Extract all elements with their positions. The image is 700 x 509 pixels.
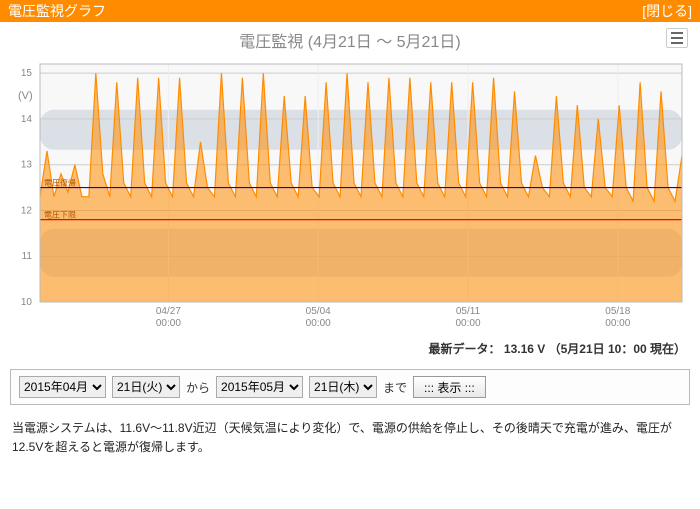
chart-title: 電圧監視 (4月21日 ～ 5月21日): [239, 28, 460, 52]
svg-text:電圧下限: 電圧下限: [44, 211, 76, 220]
to-month-select[interactable]: 2015年05月: [216, 376, 303, 398]
svg-text:00:00: 00:00: [605, 318, 630, 329]
submit-button[interactable]: ::: 表示 :::: [413, 376, 486, 398]
svg-text:00:00: 00:00: [306, 318, 331, 329]
svg-text:14: 14: [21, 114, 33, 125]
system-note: 当電源システムは、11.6V〜11.8V近辺（天候気温により変化）で、電源の供給…: [0, 405, 700, 477]
to-label: まで: [383, 379, 407, 396]
svg-text:00:00: 00:00: [156, 318, 181, 329]
latest-reading: 最新データ： 13.16 V （5月21日 10：00 現在）: [0, 338, 700, 365]
chart-container: (V) 10111213141504/2700:0005/0400:0005/1…: [0, 54, 700, 338]
date-range-controls: 2015年04月 21日(火) から 2015年05月 21日(木) まで ::…: [10, 369, 690, 405]
from-month-select[interactable]: 2015年04月: [19, 376, 106, 398]
chart-menu-button[interactable]: [666, 28, 688, 48]
header-bar: 電圧監視グラフ [閉じる]: [0, 0, 700, 22]
svg-text:00:00: 00:00: [455, 318, 480, 329]
header-title: 電圧監視グラフ: [8, 1, 106, 21]
chart-title-row: 電圧監視 (4月21日 ～ 5月21日): [0, 22, 700, 54]
from-day-select[interactable]: 21日(火): [112, 376, 180, 398]
voltage-chart: 10111213141504/2700:0005/0400:0005/1100:…: [0, 54, 700, 338]
svg-text:10: 10: [21, 297, 33, 308]
svg-text:12: 12: [21, 205, 33, 216]
to-day-select[interactable]: 21日(木): [309, 376, 377, 398]
svg-text:04/27: 04/27: [156, 306, 181, 317]
svg-text:05/18: 05/18: [605, 306, 630, 317]
svg-text:電圧復帰: 電圧復帰: [44, 178, 76, 188]
y-axis-unit: (V): [18, 90, 33, 102]
svg-text:05/11: 05/11: [456, 306, 481, 317]
svg-text:15: 15: [21, 68, 33, 79]
svg-text:13: 13: [21, 160, 33, 171]
close-link[interactable]: [閉じる]: [642, 1, 692, 21]
from-label: から: [186, 379, 210, 396]
svg-text:05/04: 05/04: [306, 306, 331, 317]
svg-text:11: 11: [22, 251, 33, 262]
